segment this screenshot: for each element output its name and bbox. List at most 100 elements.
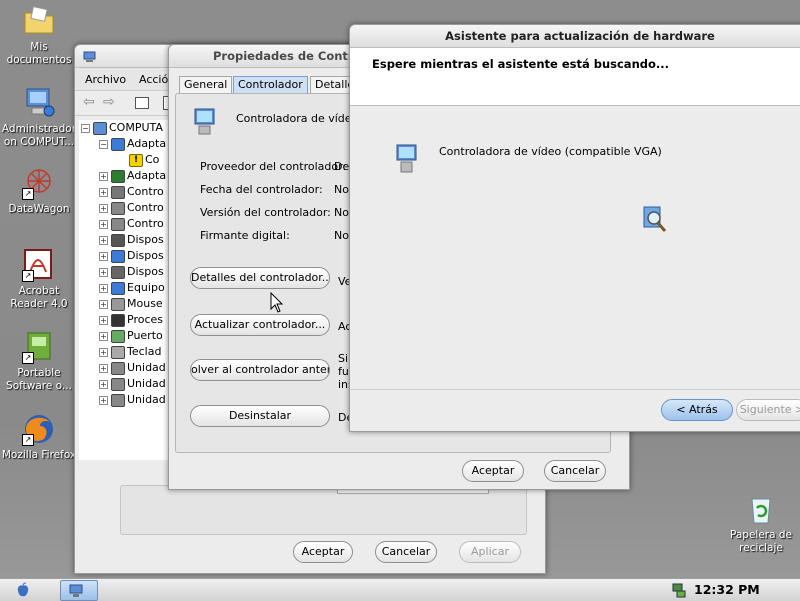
firefox-icon: ↗ xyxy=(22,412,56,446)
expand-toggle-icon[interactable]: + xyxy=(99,188,108,197)
device-tree-label: Adapta xyxy=(127,169,167,182)
desktop-icon-label: Mis documentos xyxy=(6,41,72,66)
back-arrow-icon[interactable]: ⇦ xyxy=(83,94,95,110)
device-tree-label: Teclad xyxy=(127,345,162,358)
warning-device-icon: ! xyxy=(129,154,143,167)
update-driver-button[interactable]: Actualizar controlador... xyxy=(190,314,330,336)
taskbar-clock[interactable]: 12:32 PM xyxy=(694,582,760,597)
desktop-icon-acrobat[interactable]: ↗ Acrobat Reader 4.0 xyxy=(0,248,78,311)
expand-toggle-icon[interactable]: + xyxy=(99,348,108,357)
folder-icon xyxy=(22,4,56,38)
device-tree-item[interactable]: + Contro xyxy=(79,216,171,232)
device-tree-item[interactable]: + Unidad xyxy=(79,360,171,376)
desktop-icon-papelera[interactable]: Papelera de reciclaje xyxy=(722,492,800,555)
device-tree-item[interactable]: + Puerto xyxy=(79,328,171,344)
expand-toggle-icon[interactable]: + xyxy=(99,236,108,245)
expand-toggle-icon[interactable]: + xyxy=(99,396,108,405)
device-tree-label: Contro xyxy=(127,185,164,198)
expand-toggle-icon[interactable]: + xyxy=(99,284,108,293)
expand-toggle-icon[interactable]: + xyxy=(99,380,108,389)
device-tree-item[interactable]: + Proces xyxy=(79,312,171,328)
expand-toggle-icon[interactable]: + xyxy=(99,172,108,181)
device-tree-item[interactable]: + Mouse xyxy=(79,296,171,312)
device-tree-item[interactable]: + Adapta xyxy=(79,168,171,184)
device-category-icon xyxy=(111,186,125,199)
devmgr-apply-button[interactable]: Aplicar xyxy=(459,541,521,563)
desktop-icon-datawagon[interactable]: ↗ DataWagon xyxy=(0,166,78,216)
device-tree-item[interactable]: + Contro xyxy=(79,200,171,216)
expand-toggle-icon[interactable]: + xyxy=(99,220,108,229)
wizard-header: Espere mientras el asistente está buscan… xyxy=(350,48,800,106)
device-category-icon xyxy=(111,138,125,151)
device-tree-label: Contro xyxy=(127,217,164,230)
device-category-icon xyxy=(111,234,125,247)
expand-toggle-icon[interactable]: + xyxy=(99,268,108,277)
device-category-icon xyxy=(111,394,125,407)
expand-toggle-icon[interactable]: + xyxy=(99,300,108,309)
device-category-icon xyxy=(111,266,125,279)
tab-controlador[interactable]: Controlador xyxy=(233,76,308,93)
device-tree-item[interactable]: + Contro xyxy=(79,184,171,200)
desktop-icon-portable[interactable]: ↗ Portable Software o... xyxy=(0,330,78,393)
desktop-icon-label: Acrobat Reader 4.0 xyxy=(10,285,68,310)
driver-details-button[interactable]: Detalles del controlador... xyxy=(190,267,330,289)
rollback-driver-button[interactable]: olver al controlador anteric xyxy=(190,359,330,381)
properties-ok-button[interactable]: Aceptar xyxy=(462,460,524,482)
taskbar: 12:32 PM xyxy=(0,578,800,601)
desktop-icon-firefox[interactable]: ↗ Mozilla Firefox xyxy=(0,412,78,462)
device-tree-item[interactable]: − COMPUTA xyxy=(79,120,171,136)
device-tree-label: Proces xyxy=(127,313,163,326)
menu-archivo[interactable]: Archivo xyxy=(85,73,126,86)
device-tree-item[interactable]: + Unidad xyxy=(79,376,171,392)
video-adapter-icon xyxy=(395,143,419,178)
devmgr-cancel-button[interactable]: Cancelar xyxy=(375,541,437,563)
device-tree-item[interactable]: + Dispos xyxy=(79,248,171,264)
device-tree-item[interactable]: + Teclad xyxy=(79,344,171,360)
start-apple-icon[interactable] xyxy=(16,582,30,601)
device-tree-item[interactable]: + Unidad xyxy=(79,392,171,408)
desktop-icon-label: Portable Software o... xyxy=(6,367,72,392)
desktop-icon-label: Papelera de reciclaje xyxy=(729,529,792,554)
field-value: No xyxy=(334,206,349,219)
menu-accion[interactable]: Acció xyxy=(139,73,168,86)
device-category-icon xyxy=(111,298,125,311)
device-category-icon xyxy=(111,378,125,391)
device-tree-item[interactable]: + Dispos xyxy=(79,264,171,280)
device-tree-item[interactable]: − Adapta xyxy=(79,136,171,152)
device-tree-item[interactable]: + Dispos xyxy=(79,232,171,248)
device-tree-label: Mouse xyxy=(127,297,163,310)
properties-device-name: Controladora de vídeo ( xyxy=(236,112,367,125)
wizard-next-button[interactable]: Siguiente > xyxy=(736,399,800,421)
desktop-icon-mis-documentos[interactable]: Mis documentos xyxy=(0,4,78,67)
desktop-icon-administrador[interactable]: Administrador on COMPUT... xyxy=(0,86,78,149)
expand-toggle-icon[interactable]: + xyxy=(99,364,108,373)
device-category-icon xyxy=(111,362,125,375)
taskbar-device-manager-button[interactable] xyxy=(60,580,98,601)
console-tree-icon[interactable] xyxy=(135,97,149,109)
collapse-toggle-icon[interactable]: − xyxy=(99,140,108,149)
device-tree-item[interactable]: + Equipo xyxy=(79,280,171,296)
device-tree-label: COMPUTA xyxy=(109,121,163,134)
device-category-icon xyxy=(111,346,125,359)
devmgr-ok-button[interactable]: Aceptar xyxy=(293,541,353,563)
device-tree: − COMPUTA − Adapta! Co + Adapta + Contro + Contro +… xyxy=(79,120,171,460)
wizard-heading: Espere mientras el asistente está buscan… xyxy=(372,57,669,71)
expand-toggle-icon[interactable]: + xyxy=(99,204,108,213)
network-tray-icon[interactable] xyxy=(672,582,686,601)
device-category-icon xyxy=(111,314,125,327)
wizard-back-button[interactable]: < Atrás xyxy=(661,399,733,421)
tab-general[interactable]: General xyxy=(179,76,233,93)
device-category-icon xyxy=(111,330,125,343)
expand-toggle-icon[interactable]: + xyxy=(99,252,108,261)
expand-toggle-icon[interactable]: + xyxy=(99,332,108,341)
device-tree-item[interactable]: ! Co xyxy=(79,152,171,168)
expand-toggle-icon[interactable]: + xyxy=(99,316,108,325)
datawagon-icon: ↗ xyxy=(22,166,56,200)
computer-icon xyxy=(22,86,56,120)
device-tree-label: Dispos xyxy=(127,233,164,246)
properties-cancel-button[interactable]: Cancelar xyxy=(544,460,606,482)
forward-arrow-icon[interactable]: ⇨ xyxy=(103,94,115,110)
device-tree-label: Unidad xyxy=(127,377,166,390)
collapse-toggle-icon[interactable]: − xyxy=(81,124,90,133)
uninstall-button[interactable]: Desinstalar xyxy=(190,405,330,427)
